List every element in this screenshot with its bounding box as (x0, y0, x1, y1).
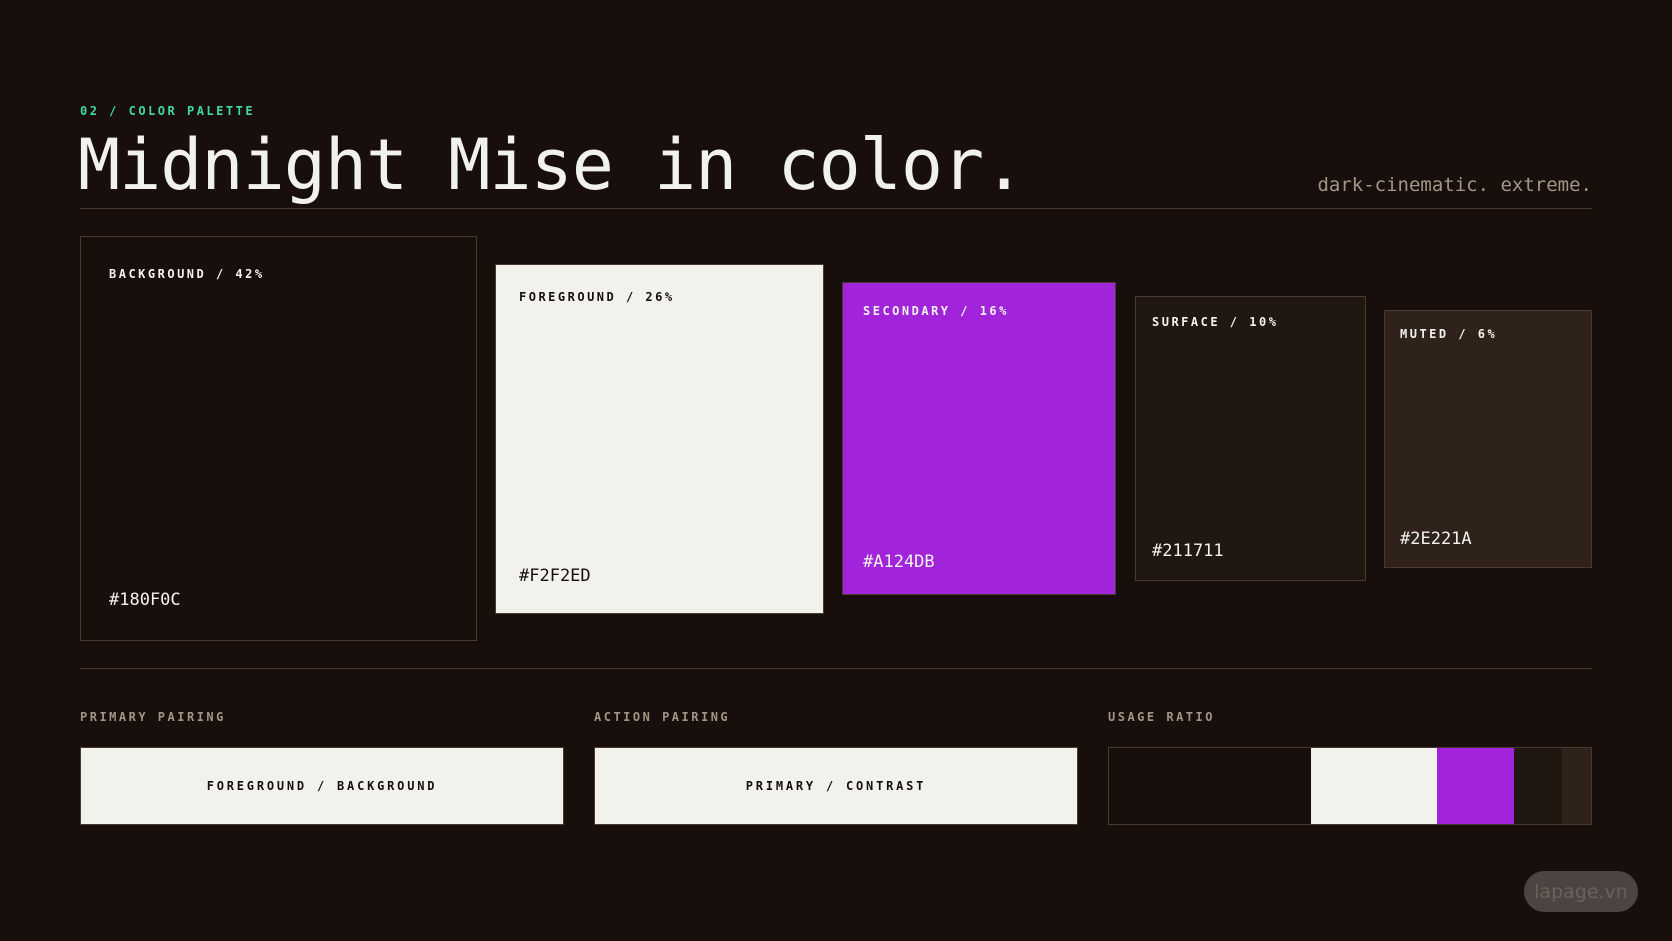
eyebrow: 02 / COLOR PALETTE (80, 104, 256, 118)
action-pairing-label: ACTION PAIRING (594, 710, 731, 724)
usage-ratio-bar (1108, 747, 1592, 825)
swatch-muted: MUTED / 6% #2E221A (1384, 310, 1592, 568)
usage-ratio-segment (1436, 748, 1514, 824)
swatch-foreground: FOREGROUND / 26% #F2F2ED (495, 264, 824, 614)
usage-ratio-segment (1109, 748, 1312, 824)
header-rule (80, 208, 1592, 209)
usage-ratio-segment (1513, 748, 1563, 824)
action-pairing-swatch: PRIMARY / CONTRAST (594, 747, 1078, 825)
swatch-hex: #211711 (1152, 541, 1224, 561)
watermark-text: lapage.vn (1534, 880, 1628, 903)
swatch-label: MUTED / 6% (1400, 327, 1498, 341)
swatch-hex: #F2F2ED (519, 566, 591, 586)
primary-pairing-swatch: FOREGROUND / BACKGROUND (80, 747, 564, 825)
primary-pairing-label: PRIMARY PAIRING (80, 710, 226, 724)
swatch-label: SURFACE / 10% (1152, 315, 1279, 329)
swatch-secondary: SECONDARY / 16% #A124DB (842, 282, 1116, 595)
primary-pairing-text: FOREGROUND / BACKGROUND (206, 779, 438, 793)
swatch-surface: SURFACE / 10% #211711 (1135, 296, 1366, 581)
usage-ratio-segment (1562, 748, 1591, 824)
swatch-label: BACKGROUND / 42% (109, 267, 265, 281)
action-pairing-text: PRIMARY / CONTRAST (745, 779, 927, 793)
usage-ratio-label: USAGE RATIO (1108, 710, 1215, 724)
section-rule (80, 668, 1592, 669)
watermark-badge: lapage.vn (1524, 871, 1638, 912)
tagline: dark-cinematic. extreme. (1317, 174, 1592, 196)
swatch-background: BACKGROUND / 42% #180F0C (80, 236, 477, 641)
usage-ratio-segment (1311, 748, 1437, 824)
swatch-label: FOREGROUND / 26% (519, 290, 675, 304)
swatch-label: SECONDARY / 16% (863, 304, 1009, 318)
swatch-hex: #A124DB (863, 552, 935, 572)
page-title: Midnight Mise in color. (78, 124, 1025, 206)
swatch-hex: #180F0C (109, 590, 181, 610)
swatch-hex: #2E221A (1400, 529, 1472, 549)
